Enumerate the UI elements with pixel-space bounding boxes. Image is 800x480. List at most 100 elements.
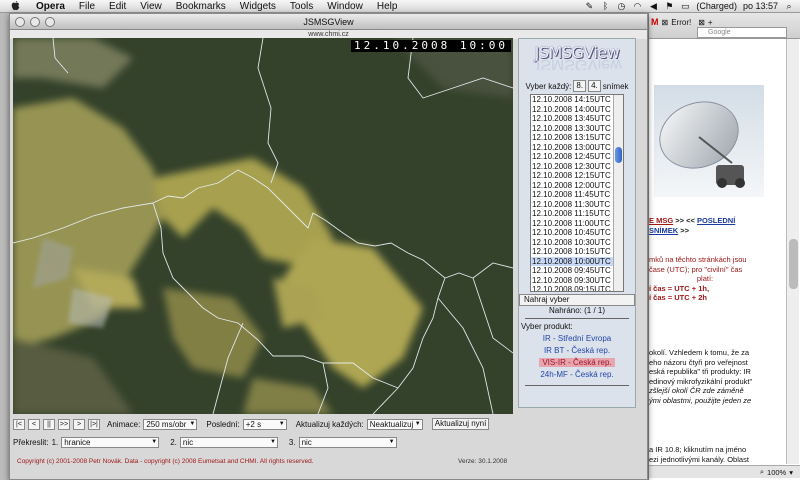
scroll-thumb[interactable] <box>789 239 798 289</box>
menu-help[interactable]: Help <box>377 1 398 12</box>
overlay2-num: 2. <box>170 437 177 447</box>
add-tab-icon[interactable]: + <box>708 18 713 27</box>
chevron-down-icon[interactable]: ▾ <box>789 468 793 477</box>
close-icon[interactable]: ⊠ <box>698 18 705 27</box>
close-tab-icon[interactable]: ⊠ <box>662 18 669 27</box>
para-line: ými oblastmi, použijte jeden ze <box>649 395 752 405</box>
link-snimek[interactable]: SNÍMEK <box>649 226 678 235</box>
time-list-scrollbar[interactable] <box>613 95 623 291</box>
overlay1-num: 1. <box>51 437 59 447</box>
zoom-icon[interactable]: ⌕ <box>760 467 764 477</box>
first-frame-button[interactable]: |< <box>13 418 25 430</box>
time-machine-icon[interactable]: ◷ <box>616 1 626 11</box>
time-list-item[interactable]: 12.10.2008 12:45UTC <box>531 152 613 162</box>
window-title: JSMSGView <box>303 16 354 27</box>
time-list-item[interactable]: 12.10.2008 10:30UTC <box>531 238 613 248</box>
zoom-window-button[interactable] <box>45 17 55 27</box>
overlay2-select[interactable]: nic ▼ <box>179 436 278 448</box>
load-selection-button[interactable]: Nahraj vyber <box>519 294 635 306</box>
last-select[interactable]: +2 s ▼ <box>242 418 287 430</box>
status-bar: ⌕ 100% ▾ <box>649 465 800 478</box>
overlay3-num: 3. <box>288 437 296 447</box>
pick-every-8-button[interactable]: 8. <box>573 80 587 92</box>
close-window-button[interactable] <box>15 17 25 27</box>
pick-every-4-button[interactable]: 4. <box>588 80 601 92</box>
next-frame-button[interactable]: > <box>73 418 85 430</box>
animation-select[interactable]: 250 ms/obr ▼ <box>143 418 198 430</box>
time-list-item[interactable]: 12.10.2008 10:15UTC <box>531 247 613 257</box>
satellite-map <box>13 38 513 414</box>
menu-edit[interactable]: Edit <box>109 1 126 12</box>
browser-tab[interactable]: M ⊠ Error! ⊠ + <box>651 17 713 27</box>
bluetooth-icon[interactable]: ᛒ <box>600 1 610 11</box>
spotlight-icon[interactable]: ⌕ <box>784 1 794 11</box>
time-list-item[interactable]: 12.10.2008 14:00UTC <box>531 105 613 115</box>
jsmsgview-window: JSMSGView www.chmi.cz 12.10.2008 10:00 J… <box>9 13 648 480</box>
time-list-item[interactable]: 12.10.2008 11:30UTC <box>531 200 613 210</box>
time-list[interactable]: 12.10.2008 14:15UTC 12.10.2008 14:00UTC 12… <box>530 94 624 292</box>
script-icon[interactable]: ✎ <box>584 1 594 11</box>
time-list-item[interactable]: 12.10.2008 13:30UTC <box>531 124 613 134</box>
chevron-down-icon: ▼ <box>151 438 158 445</box>
overlay1-select[interactable]: hranice ▼ <box>61 436 160 448</box>
product-vis-ir[interactable]: VIS-IR - Česká rep. <box>539 358 615 367</box>
time-list-item[interactable]: 12.10.2008 12:30UTC <box>531 162 613 172</box>
menu-tools[interactable]: Tools <box>290 1 313 12</box>
link-separator: >> << <box>675 216 695 225</box>
apple-icon[interactable] <box>8 1 22 12</box>
product-ir-central-europe[interactable]: IR - Střední Evropa <box>519 334 635 343</box>
para-line: eská republika" tři produkty: IR <box>649 367 751 376</box>
version-text: Verze: 30.1.2008 <box>458 458 508 465</box>
link-msg[interactable]: E MSG <box>649 216 673 225</box>
pause-button[interactable]: || <box>43 418 55 430</box>
search-input[interactable]: Google <box>697 27 787 38</box>
time-list-item[interactable]: 12.10.2008 11:15UTC <box>531 209 613 219</box>
time-list-item[interactable]: 12.10.2008 10:45UTC <box>531 228 613 238</box>
flag-icon[interactable]: ⚑ <box>664 1 674 11</box>
overlay2-value: nic <box>182 437 194 447</box>
airport-icon[interactable]: ◠ <box>632 1 642 11</box>
title-bar[interactable]: JSMSGView <box>10 14 647 30</box>
menu-file[interactable]: File <box>79 1 95 12</box>
time-list-item[interactable]: 12.10.2008 09:15UTC <box>531 285 613 291</box>
satellite-image: 12.10.2008 10:00 <box>13 38 513 414</box>
play-button[interactable]: >> <box>58 418 70 430</box>
last-frame-button[interactable]: |>| <box>88 418 100 430</box>
time-list-item[interactable]: 12.10.2008 12:00UTC <box>531 181 613 191</box>
satellite-dish-image <box>654 85 764 197</box>
product-ir-bt[interactable]: IR BT - Česká rep. <box>519 346 635 355</box>
volume-icon[interactable]: ◀ <box>648 1 658 11</box>
time-list-item[interactable]: 12.10.2008 11:45UTC <box>531 190 613 200</box>
menu-window[interactable]: Window <box>327 1 363 12</box>
update-select[interactable]: Neaktualizuj ▼ <box>366 418 423 430</box>
zoom-level[interactable]: 100% <box>767 468 786 477</box>
time-list-item[interactable]: 12.10.2008 09:45UTC <box>531 266 613 276</box>
clock[interactable]: po 13:57 <box>743 1 778 11</box>
browser-toolbar: M ⊠ Error! ⊠ + Google <box>649 13 800 39</box>
time-list-item[interactable]: 12.10.2008 13:45UTC <box>531 114 613 124</box>
scroll-thumb[interactable] <box>615 147 622 163</box>
time-list-item[interactable]: 12.10.2008 13:15UTC <box>531 133 613 143</box>
menu-opera[interactable]: Opera <box>36 1 65 12</box>
menu-widgets[interactable]: Widgets <box>240 1 276 12</box>
time-list-item[interactable]: 12.10.2008 11:00UTC <box>531 219 613 229</box>
divider <box>525 385 629 386</box>
link-posledni[interactable]: POSLEDNÍ <box>697 216 735 225</box>
overlay3-select[interactable]: nic ▼ <box>298 436 397 448</box>
time-list-item[interactable]: 12.10.2008 14:15UTC <box>531 95 613 105</box>
product-24h-mf[interactable]: 24h-MF - Česká rep. <box>519 370 635 379</box>
vertical-scrollbar[interactable] <box>786 39 799 464</box>
update-now-button[interactable]: Aktualizuj nyní <box>431 418 490 430</box>
prev-frame-button[interactable]: < <box>28 418 40 430</box>
time-list-item[interactable]: 12.10.2008 10:00UTC <box>531 256 613 266</box>
time-list-item[interactable]: 12.10.2008 09:30UTC <box>531 276 613 286</box>
battery-icon[interactable]: ▭ <box>680 1 690 11</box>
time-list-item[interactable]: 12.10.2008 13:00UTC <box>531 143 613 153</box>
chevron-down-icon: ▼ <box>414 420 421 427</box>
minimize-window-button[interactable] <box>30 17 40 27</box>
animation-value: 250 ms/obr <box>146 419 187 429</box>
menu-bookmarks[interactable]: Bookmarks <box>176 1 226 12</box>
menu-view[interactable]: View <box>140 1 162 12</box>
time-list-item[interactable]: 12.10.2008 12:15UTC <box>531 171 613 181</box>
nav-links: E MSG >> << POSLEDNÍ SNÍMEK >> <box>649 216 761 236</box>
